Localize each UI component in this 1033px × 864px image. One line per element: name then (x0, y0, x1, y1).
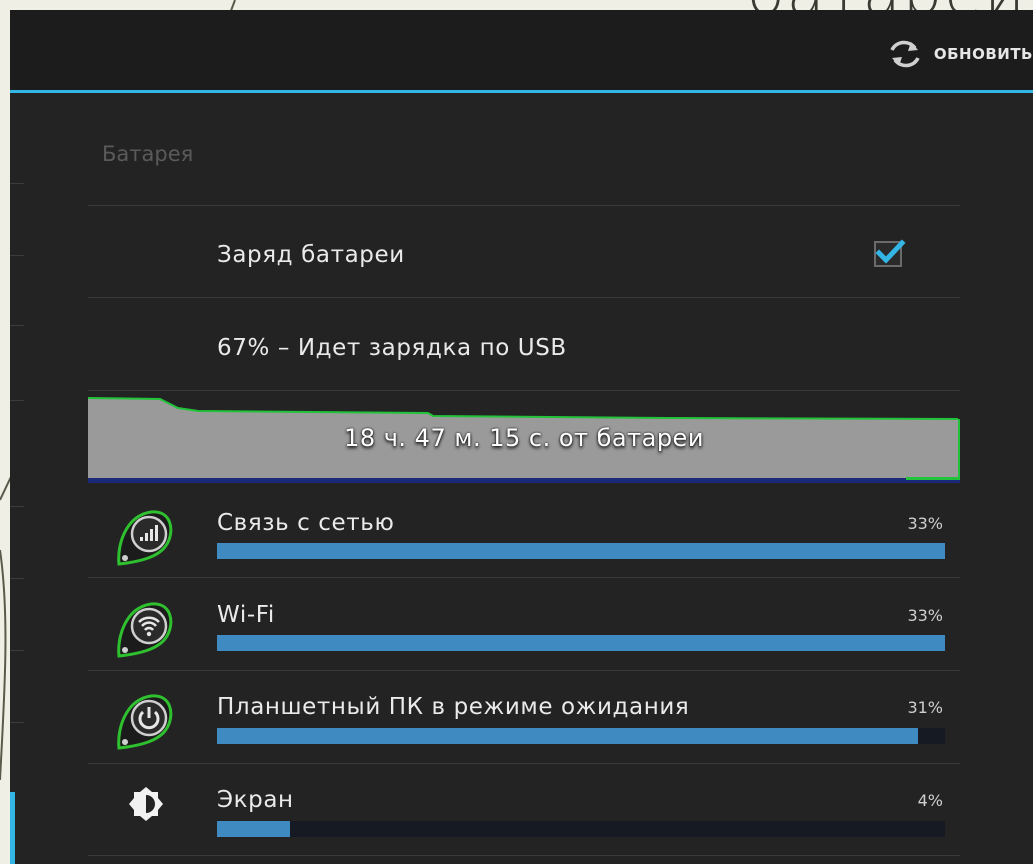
charging-status: 67% – Идет зарядка по USB (217, 335, 567, 361)
usage-item-name: Wi-Fi (217, 602, 275, 628)
usage-bar-track (217, 635, 945, 651)
battery-level-checkbox[interactable] (874, 239, 906, 267)
divider (88, 763, 960, 764)
usage-bar-fill (217, 635, 945, 651)
usage-bar-fill (217, 821, 290, 837)
usage-item-percent: 33% (907, 514, 943, 533)
battery-level-label: Заряд батареи (217, 242, 405, 268)
refresh-label: ОБНОВИТЬ (933, 45, 1033, 63)
usage-item-name: Связь с сетью (217, 510, 395, 536)
usage-bar-fill (217, 728, 919, 744)
section-title: Батарея (102, 142, 194, 166)
divider (88, 297, 960, 298)
divider (88, 577, 960, 578)
usage-item-percent: 4% (917, 791, 943, 810)
power-icon (117, 694, 173, 750)
graph-duration-label: 18 ч. 47 м. 15 с. от батареи (344, 424, 704, 452)
usage-item-percent: 33% (907, 606, 943, 625)
wifi-icon (117, 602, 173, 658)
usage-item-name: Экран (217, 787, 294, 813)
action-bar: ОБНОВИТЬ (10, 10, 1033, 93)
left-accent-bar (10, 792, 15, 864)
brightness-icon (129, 787, 163, 821)
battery-screen: ОБНОВИТЬ Батарея Заряд батареи 67% – Иде… (10, 10, 1033, 864)
cell-signal-icon (117, 510, 173, 566)
usage-bar-fill (217, 543, 945, 559)
divider (88, 670, 960, 671)
checkmark-icon (875, 239, 906, 264)
refresh-icon (890, 40, 920, 68)
usage-item-percent: 31% (907, 698, 943, 717)
refresh-button[interactable]: ОБНОВИТЬ (884, 34, 1033, 74)
usage-item-name: Планшетный ПК в режиме ожидания (217, 694, 690, 720)
divider (88, 855, 960, 856)
usage-bar-track (217, 821, 945, 837)
usage-bar-track (217, 728, 945, 744)
divider (88, 205, 960, 206)
usage-bar-track (217, 543, 945, 559)
